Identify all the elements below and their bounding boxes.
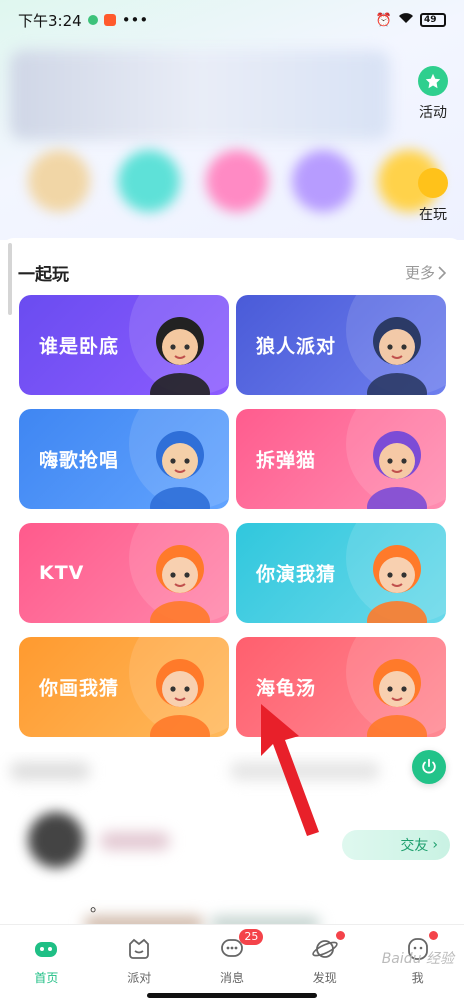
blurred-avatar <box>28 812 84 868</box>
character-illustration <box>367 659 427 737</box>
battery-level: 49 <box>424 15 437 25</box>
blurred-avatar <box>206 150 268 212</box>
section-title: 一起玩 <box>18 265 69 285</box>
game-card[interactable]: KTV <box>19 523 229 623</box>
character-illustration <box>150 659 210 737</box>
battery-icon: 49 <box>420 13 446 27</box>
blurred-thumbnail <box>210 916 320 924</box>
character-illustration <box>150 545 210 623</box>
power-icon <box>422 758 436 774</box>
home-indicator[interactable] <box>147 993 317 998</box>
character-illustration <box>150 317 210 395</box>
blurred-feed-header <box>10 762 90 780</box>
playing-label: 在玩 <box>419 207 447 223</box>
game-card-label: 拆弹猫 <box>256 449 317 472</box>
app-notification-icon <box>87 15 98 25</box>
game-card[interactable]: 你演我猜 <box>236 523 446 623</box>
nav-item-label: 消息 <box>219 971 244 985</box>
game-card-label: 你画我猜 <box>39 677 120 700</box>
status-time: 下午3:24 <box>18 11 82 30</box>
blurred-banner <box>10 50 390 140</box>
more-notifications-icon: ••• <box>121 11 149 29</box>
game-card-label: 狼人派对 <box>256 335 337 358</box>
activity-button[interactable]: 活动 <box>402 66 464 122</box>
game-card-label: KTV <box>39 562 85 584</box>
game-card[interactable]: 狼人派对 <box>236 295 446 395</box>
make-friends-button[interactable]: 交友 › <box>342 830 450 860</box>
scroll-indicator[interactable] <box>8 243 12 315</box>
blurred-avatar <box>292 150 354 212</box>
make-friends-label: 交友 <box>400 838 429 854</box>
wifi-icon <box>398 12 414 28</box>
power-button[interactable] <box>412 750 446 784</box>
game-card-label: 谁是卧底 <box>39 335 120 358</box>
nav-item-label: 派对 <box>127 971 152 985</box>
playing-button[interactable]: 在玩 <box>402 168 464 224</box>
watermark: Baidu 经验 <box>381 951 454 967</box>
game-card-label: 嗨歌抢唱 <box>39 449 120 472</box>
blurred-name <box>100 832 170 850</box>
star-icon <box>418 66 448 96</box>
character-illustration <box>367 545 427 623</box>
nav-item-label: 发现 <box>312 971 337 985</box>
chevron-right-icon: › <box>432 837 438 853</box>
playing-icon <box>418 168 448 198</box>
red-arrow-annotation <box>261 704 319 836</box>
nav-item-label: 首页 <box>34 971 59 985</box>
party-icon <box>129 938 150 959</box>
character-illustration <box>150 431 210 509</box>
chevron-right-icon <box>438 265 446 280</box>
app-notification-icon <box>103 14 116 26</box>
planet-icon <box>312 940 338 958</box>
game-card[interactable]: 拆弹猫 <box>236 409 446 509</box>
home-gamepad-icon <box>35 942 58 957</box>
more-label: 更多 <box>404 264 435 282</box>
unread-count-badge: 25 <box>239 929 264 945</box>
activity-label: 活动 <box>419 105 447 121</box>
blurred-thumbnail <box>84 916 204 924</box>
blurred-avatar <box>118 150 180 212</box>
more-link[interactable]: 更多 <box>405 262 446 283</box>
feed-dot: 。 <box>90 896 107 915</box>
game-card[interactable]: 你画我猜 <box>19 637 229 737</box>
notification-dot <box>335 931 345 940</box>
status-bar: 下午3:24 ••• ⏰ 49 <box>0 0 464 40</box>
game-card-label: 你演我猜 <box>256 563 337 586</box>
nav-item[interactable]: 首页 <box>0 925 93 1006</box>
game-card-label: 海龟汤 <box>256 677 317 700</box>
game-card[interactable]: 谁是卧底 <box>19 295 229 395</box>
blurred-avatar <box>28 150 90 212</box>
character-illustration <box>367 431 427 509</box>
game-card[interactable]: 嗨歌抢唱 <box>19 409 229 509</box>
notification-dot <box>428 931 438 940</box>
alarm-icon: ⏰ <box>375 12 392 28</box>
character-illustration <box>367 317 427 395</box>
nav-item-label: 我 <box>411 971 424 985</box>
